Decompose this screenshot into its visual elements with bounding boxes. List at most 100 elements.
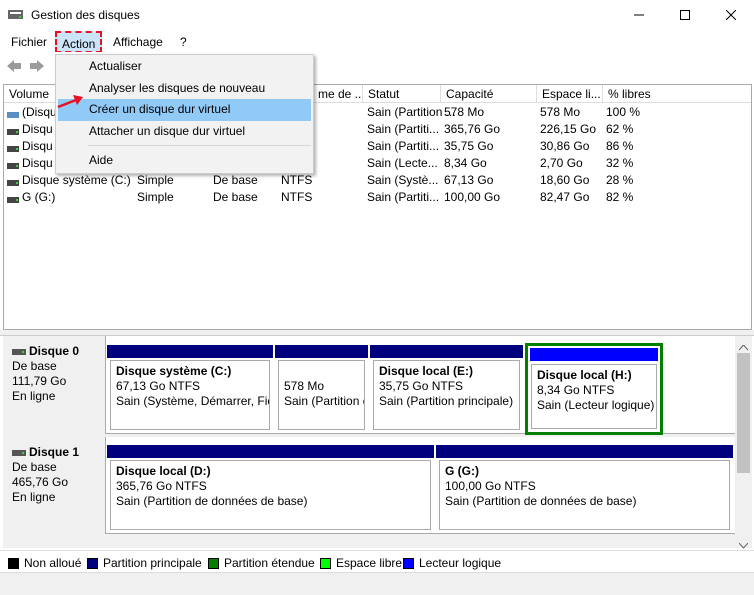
disk-name: Disque 0 bbox=[29, 344, 80, 358]
partition-size: 8,34 Go NTFS bbox=[537, 383, 615, 397]
partition-bar bbox=[370, 345, 523, 358]
minimize-button[interactable] bbox=[616, 0, 662, 30]
back-arrow-icon bbox=[7, 60, 21, 72]
legend: Non alloué Partition principale Partitio… bbox=[0, 550, 754, 572]
maximize-button[interactable] bbox=[662, 0, 708, 30]
partition-status: Sain (Lecteur logique) bbox=[537, 398, 655, 412]
partition-bar bbox=[275, 345, 368, 358]
scroll-up-icon[interactable] bbox=[738, 340, 749, 354]
table-cell: 100,00 Go bbox=[444, 190, 501, 204]
disk-management-icon bbox=[8, 8, 23, 21]
disk-name: Disque 1 bbox=[29, 445, 80, 459]
table-cell: 62 % bbox=[606, 122, 634, 136]
table-cell: NTFS bbox=[281, 190, 313, 204]
table-cell: NTFS bbox=[281, 173, 313, 187]
partition-d[interactable]: Disque local (D:) 365,76 Go NTFS Sain (P… bbox=[107, 445, 434, 533]
column-header-pct-libres[interactable]: % libres bbox=[603, 85, 751, 103]
partition-size: 100,00 Go NTFS bbox=[445, 479, 536, 493]
disk-status: En ligne bbox=[12, 490, 56, 504]
filesystem-header-label: me de ... bbox=[318, 87, 363, 101]
disk-0-label[interactable]: Disque 0 De base 111,79 Go En ligne bbox=[3, 336, 106, 434]
disk-type: De base bbox=[12, 460, 57, 474]
close-icon bbox=[726, 10, 736, 20]
partition-g[interactable]: G (G:) 100,00 Go NTFS Sain (Partition de… bbox=[436, 445, 733, 533]
partition-status: Sain (Partition c bbox=[284, 394, 365, 408]
partition-status: Sain (Partition principale) bbox=[379, 394, 514, 408]
disk-size: 465,76 Go bbox=[12, 475, 69, 489]
table-cell: 18,60 Go bbox=[540, 173, 590, 187]
disk-icon bbox=[12, 449, 26, 456]
menu-item-actualiser[interactable]: Actualiser bbox=[58, 56, 311, 78]
table-cell: De base bbox=[213, 173, 258, 187]
legend-label: Non alloué bbox=[24, 556, 82, 570]
disk-status: En ligne bbox=[12, 389, 56, 403]
partition-c[interactable]: Disque système (C:) 67,13 Go NTFS Sain (… bbox=[107, 345, 273, 433]
table-cell: 35,75 Go bbox=[444, 139, 494, 153]
volume-name-cell[interactable]: Disqu bbox=[22, 155, 53, 172]
table-cell: 82 % bbox=[606, 190, 634, 204]
partition-size: 67,13 Go NTFS bbox=[116, 379, 201, 393]
partition-status: Sain (Partition de données de base) bbox=[116, 494, 308, 508]
menu-fichier[interactable]: Fichier bbox=[7, 33, 51, 51]
menu-separator bbox=[88, 145, 311, 146]
partition-e[interactable]: Disque local (E:) 35,75 Go NTFS Sain (Pa… bbox=[370, 345, 523, 433]
menu-item-creer-vhd[interactable]: Créer un disque dur virtuel bbox=[58, 99, 311, 121]
menu-affichage[interactable]: Affichage bbox=[109, 33, 167, 51]
table-cell: 86 % bbox=[606, 139, 634, 153]
legend-swatch bbox=[403, 557, 414, 569]
table-cell: Sain (Partiti... bbox=[367, 139, 440, 153]
table-cell: Sain (Partition ... bbox=[367, 105, 456, 119]
disk-type: De base bbox=[12, 359, 57, 373]
table-cell: 32 % bbox=[606, 156, 634, 170]
menu-item-aide[interactable]: Aide bbox=[58, 150, 311, 172]
volume-name-cell[interactable]: Disqu bbox=[22, 121, 53, 138]
menu-item-attacher-vhd[interactable]: Attacher un disque dur virtuel bbox=[58, 121, 311, 143]
legend-item-unallocated: Non alloué bbox=[8, 556, 81, 570]
table-cell: 365,76 Go bbox=[444, 122, 501, 136]
volume-icon bbox=[7, 142, 19, 152]
vertical-scrollbar[interactable] bbox=[735, 336, 752, 549]
table-cell: 226,15 Go bbox=[540, 122, 597, 136]
forward-button[interactable] bbox=[28, 58, 46, 74]
legend-item-free: Espace libre bbox=[320, 556, 402, 570]
menu-bar: Fichier Action Affichage ? bbox=[0, 30, 754, 53]
legend-label: Partition principale bbox=[103, 556, 202, 570]
partition-bar bbox=[436, 445, 733, 458]
minimize-icon bbox=[634, 14, 644, 16]
partition-recovery[interactable]: 578 Mo Sain (Partition c bbox=[275, 345, 368, 433]
partition-title: G (G:) bbox=[445, 464, 479, 478]
close-button[interactable] bbox=[708, 0, 754, 30]
status-bar bbox=[0, 572, 754, 595]
menu-action[interactable]: Action bbox=[55, 31, 103, 53]
scroll-thumb[interactable] bbox=[737, 353, 750, 473]
table-cell: Simple bbox=[137, 173, 174, 187]
volume-icon bbox=[7, 193, 19, 203]
volume-name-cell[interactable]: G (G:) bbox=[22, 189, 55, 206]
volume-name-cell[interactable]: Disque système (C:) bbox=[22, 172, 131, 189]
volume-name-cell[interactable]: Disqu bbox=[22, 138, 53, 155]
logical-drive-bar bbox=[530, 348, 658, 361]
legend-swatch bbox=[208, 557, 219, 569]
partition-title: Disque local (H:) bbox=[537, 368, 632, 382]
table-cell: 28 % bbox=[606, 173, 634, 187]
action-menu: Actualiser Analyser les disques de nouve… bbox=[55, 54, 314, 174]
title-bar: Gestion des disques bbox=[0, 0, 754, 30]
column-header-statut[interactable]: Statut bbox=[363, 85, 441, 103]
partition-title: Disque local (D:) bbox=[116, 464, 211, 478]
partition-bar bbox=[107, 445, 434, 458]
partition-h[interactable]: Disque local (H:) 8,34 Go NTFS Sain (Lec… bbox=[525, 343, 663, 435]
partition-size: 365,76 Go NTFS bbox=[116, 479, 207, 493]
menu-item-analyser[interactable]: Analyser les disques de nouveau bbox=[58, 78, 311, 100]
table-cell: De base bbox=[213, 190, 258, 204]
disk-1-label[interactable]: Disque 1 De base 465,76 Go En ligne bbox=[3, 437, 106, 534]
menu-help[interactable]: ? bbox=[176, 33, 191, 51]
volume-name-cell[interactable]: (Disqu bbox=[22, 104, 57, 121]
table-cell: 67,13 Go bbox=[444, 173, 494, 187]
back-button[interactable] bbox=[5, 58, 23, 74]
legend-label: Partition étendue bbox=[224, 556, 315, 570]
table-cell: Sain (Partiti... bbox=[367, 190, 440, 204]
volume-icon bbox=[7, 176, 19, 186]
disk-icon bbox=[12, 348, 26, 355]
column-header-espace-libre[interactable]: Espace li... bbox=[537, 85, 603, 103]
column-header-capacite[interactable]: Capacité bbox=[441, 85, 537, 103]
